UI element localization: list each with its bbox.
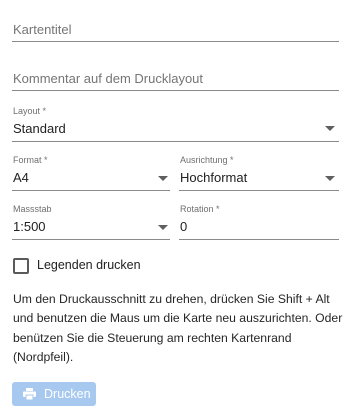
format-underline (12, 190, 170, 191)
scale-label: Massstab (13, 204, 52, 214)
print-legends-label: Legenden drucken (37, 258, 141, 272)
print-button-label: Drucken (44, 387, 91, 401)
orientation-select[interactable]: Ausrichtung * Hochformat (179, 152, 339, 192)
print-legends-checkbox[interactable] (13, 258, 29, 274)
scale-underline (12, 239, 170, 240)
layout-value: Standard (13, 121, 66, 136)
scale-select[interactable]: Massstab 1:500 (12, 201, 170, 241)
printer-icon (23, 388, 36, 400)
scale-value: 1:500 (13, 219, 46, 234)
layout-comment-underline (12, 90, 339, 91)
print-legends-option[interactable]: Legenden drucken (13, 257, 173, 275)
layout-select[interactable]: Layout * Standard (12, 103, 339, 143)
format-dropdown-arrow-icon (158, 176, 168, 181)
format-value: A4 (13, 170, 29, 185)
orientation-value: Hochformat (180, 170, 248, 185)
rotation-input[interactable]: Rotation * 0 (179, 201, 339, 241)
scale-dropdown-arrow-icon (158, 225, 168, 230)
orientation-underline (179, 190, 339, 191)
map-title-placeholder: Kartentitel (13, 22, 72, 37)
print-button[interactable]: Drucken (12, 382, 96, 406)
rotation-hint-text: Um den Druckausschnitt zu drehen, drücke… (13, 292, 343, 365)
orientation-label: Ausrichtung * (180, 155, 234, 165)
rotation-value: 0 (180, 219, 188, 234)
layout-label: Layout * (13, 106, 47, 116)
format-select[interactable]: Format * A4 (12, 152, 170, 192)
format-label: Format * (13, 155, 48, 165)
layout-comment-field[interactable]: Kommentar auf dem Drucklayout (12, 62, 339, 92)
rotation-label: Rotation * (180, 204, 220, 214)
rotation-underline (179, 239, 339, 240)
layout-underline (12, 141, 339, 142)
layout-comment-placeholder: Kommentar auf dem Drucklayout (13, 71, 204, 86)
map-title-field[interactable]: Kartentitel (12, 14, 339, 44)
orientation-dropdown-arrow-icon (325, 176, 335, 181)
layout-dropdown-arrow-icon (325, 126, 335, 131)
map-title-underline (12, 41, 339, 42)
